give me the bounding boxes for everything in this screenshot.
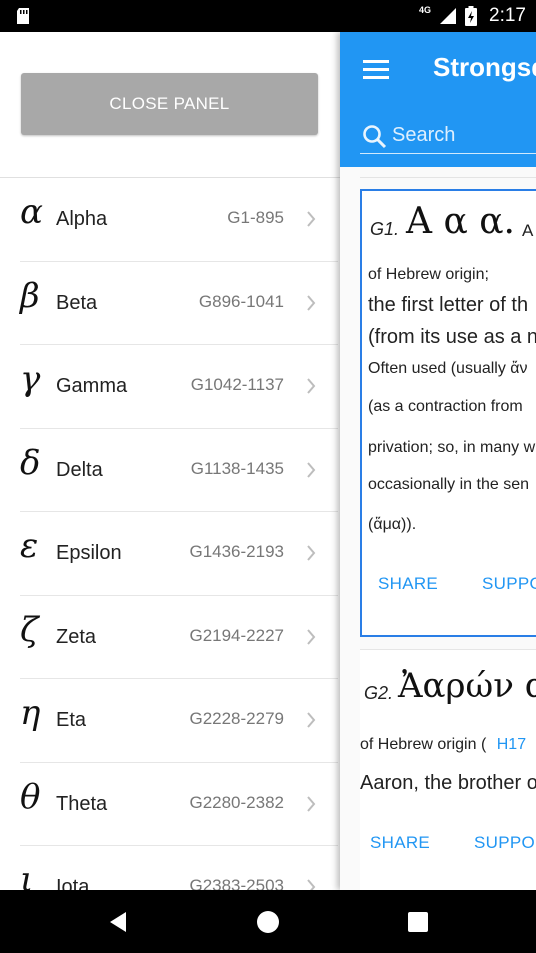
letter-name: Theta	[56, 792, 108, 815]
network-type-label: 4G	[419, 5, 432, 15]
entry-card-g2[interactable]: G2. Ἀαρών α of Hebrew origin ( H17 Aaron…	[360, 649, 536, 890]
letter-list: α Alpha G1-895 β Beta G896-1041 γ Gamma …	[0, 178, 340, 890]
app-title: Strongsd	[433, 52, 536, 82]
letter-glyph: α	[20, 192, 43, 232]
entry-definition-line: the first letter of th	[368, 294, 529, 316]
letter-row-eta[interactable]: η Eta G2228-2279	[20, 679, 338, 763]
letter-range: G2228-2279	[189, 709, 284, 728]
letter-range: G1-895	[227, 208, 284, 227]
letter-name: Beta	[56, 291, 98, 314]
app-bar: Strongsd	[340, 32, 536, 167]
back-icon[interactable]	[108, 910, 128, 934]
letter-row-gamma[interactable]: γ Gamma G1042-1137	[20, 345, 338, 429]
support-button[interactable]: SUPPO	[482, 574, 536, 594]
entry-definition-line: (from its use as a n	[368, 326, 536, 348]
clock: 2:17	[489, 5, 526, 26]
hebrew-reference-link[interactable]: H17	[497, 736, 526, 753]
letter-row-theta[interactable]: θ Theta G2280-2382	[20, 763, 338, 846]
letter-glyph: θ	[20, 776, 41, 817]
entry-detail-line: occasionally in the sen	[368, 476, 529, 493]
letter-row-epsilon[interactable]: ε Epsilon G1436-2193	[20, 512, 338, 596]
letter-range: G896-1041	[198, 291, 284, 311]
share-button[interactable]: SHARE	[370, 833, 430, 853]
entry-number: G2.	[364, 683, 394, 703]
entry-number: G1.	[370, 219, 400, 239]
chevron-right-icon	[307, 378, 316, 394]
letter-name: Iota	[56, 876, 90, 890]
signal-icon	[440, 8, 457, 24]
search-input[interactable]	[392, 120, 536, 150]
entry-origin-text: of Hebrew origin (	[360, 736, 487, 753]
entry-card-g1[interactable]: G1. Α α α. A of Hebrew origin; the first…	[360, 189, 536, 637]
battery-icon	[465, 6, 478, 26]
chevron-right-icon	[307, 879, 316, 890]
letter-range: G1138-1435	[190, 458, 284, 478]
entry-detail-line: (as a contraction from	[368, 398, 523, 415]
status-bar: 4G 2:17	[0, 0, 536, 32]
main-content: Strongsd G1. Α α α. A of Hebrew origin; …	[340, 32, 536, 890]
entry-definition-line: Aaron, the brother o	[360, 772, 536, 794]
letter-row-delta[interactable]: δ Delta G1138-1435	[20, 429, 338, 512]
search-icon	[363, 125, 387, 149]
chevron-right-icon	[307, 628, 316, 645]
letter-name: Epsilon	[56, 542, 122, 564]
recents-icon[interactable]	[408, 912, 428, 932]
letter-name: Gamma	[56, 375, 128, 397]
letter-glyph: δ	[20, 442, 41, 483]
letter-range: G2383-2503	[189, 876, 284, 890]
support-button[interactable]: SUPPO	[474, 833, 535, 853]
search-bar[interactable]	[360, 118, 536, 154]
letter-name: Zeta	[56, 625, 97, 648]
letter-row-alpha[interactable]: α Alpha G1-895	[20, 178, 338, 262]
letter-name: Alpha	[56, 208, 108, 230]
letter-glyph: ε	[20, 526, 39, 566]
entry-greek: Α α α.	[406, 201, 515, 242]
entry-transliteration: A	[522, 221, 534, 240]
navigation-bar	[0, 890, 536, 953]
sd-card-icon	[17, 8, 29, 24]
chevron-right-icon	[307, 795, 316, 812]
chevron-right-icon	[307, 545, 316, 561]
share-button[interactable]: SHARE	[378, 574, 438, 594]
close-panel-button[interactable]: CLOSE PANEL	[21, 73, 318, 135]
entry-detail-line: privation; so, in many w	[368, 439, 536, 456]
letter-glyph: ζ	[20, 609, 39, 650]
menu-icon[interactable]	[363, 60, 389, 80]
letter-row-iota[interactable]: ι Iota G2383-2503	[20, 846, 338, 890]
letter-row-beta[interactable]: β Beta G896-1041	[20, 262, 338, 345]
letter-row-zeta[interactable]: ζ Zeta G2194-2227	[20, 596, 338, 679]
letter-range: G2194-2227	[189, 625, 284, 645]
list-top-divider	[360, 177, 536, 178]
chevron-right-icon	[307, 294, 316, 311]
letter-glyph: ι	[20, 860, 34, 890]
chevron-right-icon	[307, 211, 316, 227]
letter-range: G2280-2382	[189, 792, 284, 812]
entry-detail-line: (ἅμα)).	[368, 516, 417, 533]
letter-glyph: η	[20, 693, 41, 733]
chevron-right-icon	[307, 712, 316, 728]
letter-range: G1436-2193	[189, 542, 284, 561]
entry-origin: of Hebrew origin;	[368, 266, 489, 283]
letter-panel: CLOSE PANEL α Alpha G1-895 β Beta G896-1…	[0, 32, 340, 890]
home-icon[interactable]	[257, 911, 279, 933]
entry-greek: Ἀαρών α	[398, 666, 536, 706]
entry-origin: of Hebrew origin ( H17	[360, 736, 526, 754]
letter-glyph: β	[20, 275, 40, 316]
entry-detail-line: Often used (usually ἄν	[368, 360, 528, 377]
letter-range: G1042-1137	[190, 375, 284, 394]
letter-glyph: γ	[20, 359, 41, 399]
letter-name: Delta	[56, 458, 103, 481]
chevron-right-icon	[307, 461, 316, 478]
letter-name: Eta	[56, 709, 87, 731]
